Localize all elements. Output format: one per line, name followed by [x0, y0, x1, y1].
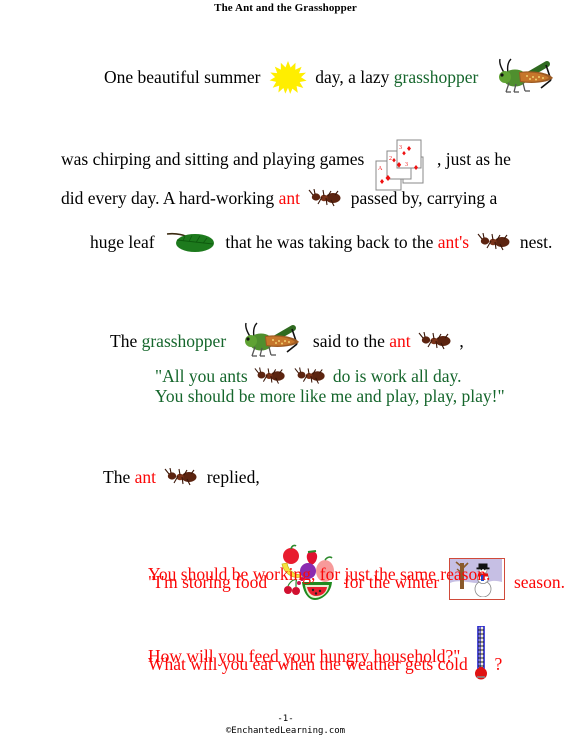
- text-segment: do is work all day.: [332, 366, 462, 386]
- text-segment: The: [103, 467, 131, 487]
- ant-icon: [417, 331, 453, 350]
- story-line-6: The ant replied,: [103, 467, 260, 487]
- story-page: The Ant and the Grasshopper One beautifu…: [0, 0, 571, 744]
- text-segment: huge leaf: [90, 232, 155, 252]
- highlight-ants: ant's: [437, 232, 470, 252]
- ant-quote-line-4: How will you feed your hungry household?…: [148, 646, 461, 666]
- story-line-3: did every day. A hard-working ant passed…: [61, 188, 497, 208]
- text-segment: One beautiful summer: [104, 67, 261, 87]
- text-segment: The: [110, 331, 138, 351]
- svg-text:A: A: [378, 166, 383, 172]
- story-line-2: was chirping and sitting and playing gam…: [61, 139, 511, 191]
- text-segment: said to the: [312, 331, 385, 351]
- ant-quote-line-2: You should be working, for just the same…: [148, 564, 491, 584]
- story-line-1: One beautiful summer day, a lazy grassho…: [104, 58, 559, 96]
- text-segment: season.: [513, 572, 565, 592]
- svg-text:2: 2: [389, 156, 392, 162]
- text-segment: that he was taking back to the: [225, 232, 434, 252]
- highlight-ant: ant: [134, 467, 156, 487]
- highlight-grasshopper: grasshopper: [393, 67, 479, 87]
- highlight-ant: ant: [389, 331, 411, 351]
- ant-icon: [163, 467, 199, 486]
- text-segment: passed by, carrying a: [350, 188, 498, 208]
- text-segment: was chirping and sitting and playing gam…: [61, 149, 365, 169]
- copyright-notice: ©EnchantedLearning.com: [225, 726, 346, 736]
- svg-text:3: 3: [405, 162, 408, 168]
- playing-cards-icon: A 3 2 3: [373, 139, 429, 191]
- text-segment: ?: [494, 654, 503, 674]
- ant-icon: [293, 367, 327, 385]
- grasshopper-quote-line-1: "All you ants do is work all day.: [155, 366, 461, 386]
- text-segment: "All you ants: [155, 366, 248, 386]
- story-line-5: The grasshopper said to the ant ,: [110, 322, 464, 360]
- text-segment: replied,: [206, 467, 260, 487]
- highlight-ant: ant: [278, 188, 300, 208]
- text-segment: did every day. A hard-working: [61, 188, 275, 208]
- highlight-grasshopper: grasshopper: [141, 331, 227, 351]
- grasshopper-icon: [489, 58, 559, 96]
- ant-icon: [307, 188, 343, 207]
- page-title: The Ant and the Grasshopper: [214, 2, 357, 14]
- ant-icon: [476, 232, 512, 251]
- text-segment: day, a lazy: [315, 67, 390, 87]
- grasshopper-icon: [235, 322, 305, 360]
- grasshopper-quote-line-2: You should be more like me and play, pla…: [155, 386, 505, 406]
- ant-icon: [253, 367, 287, 385]
- sun-icon: [269, 60, 307, 94]
- svg-text:3: 3: [399, 145, 402, 151]
- story-line-4: huge leaf that he was taking back to the…: [90, 230, 552, 254]
- leaf-icon: [163, 230, 217, 254]
- text-segment: , just as he: [437, 149, 511, 169]
- text-segment: nest.: [519, 232, 553, 252]
- thermometer-icon: [473, 625, 489, 682]
- text-segment: ,: [459, 331, 464, 351]
- page-number: -1-: [277, 714, 294, 724]
